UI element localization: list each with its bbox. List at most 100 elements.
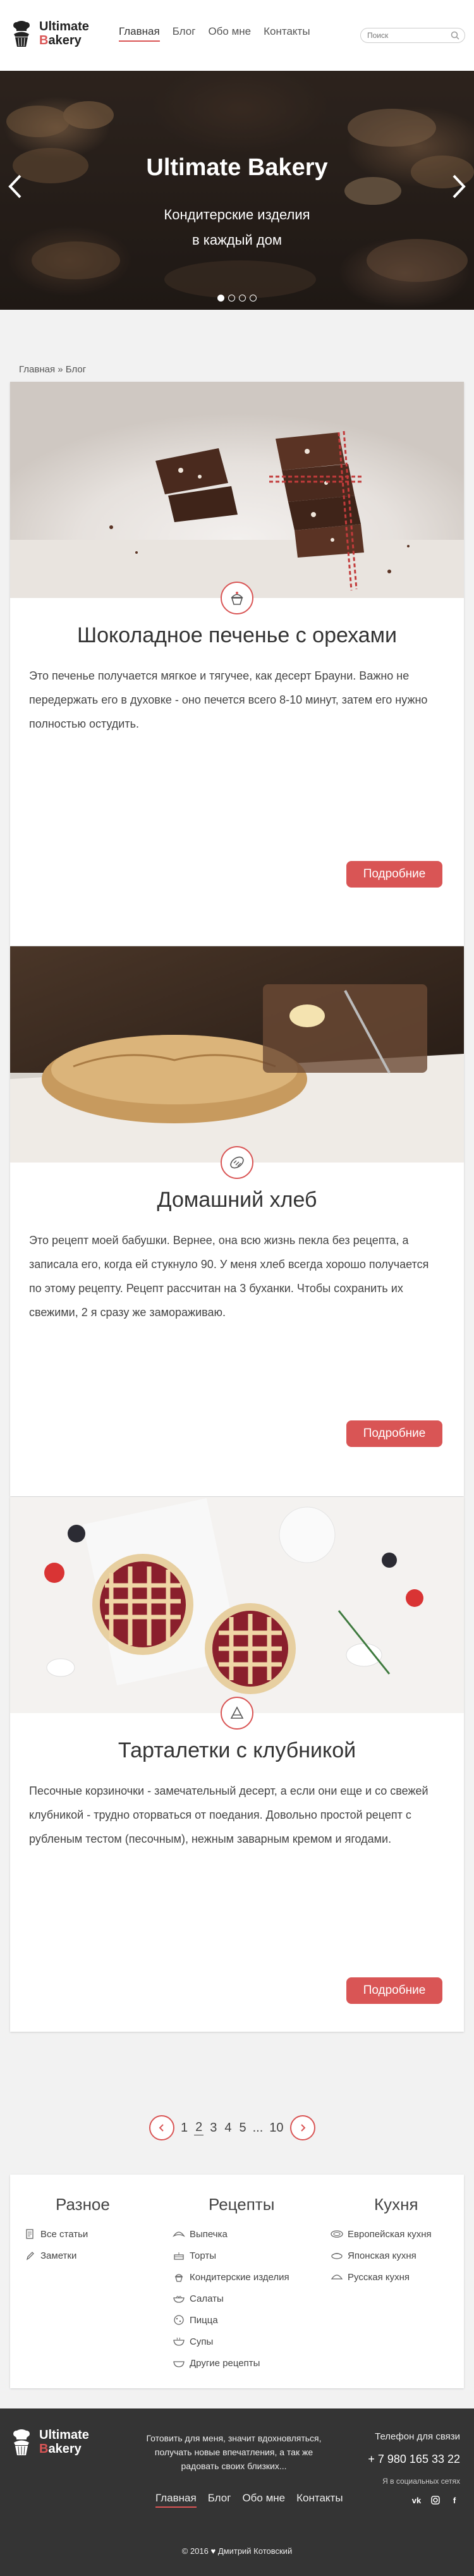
sushi-icon xyxy=(330,2250,344,2261)
footer-about-line: радовать своих близких... xyxy=(181,2461,287,2471)
search-input[interactable] xyxy=(361,28,443,42)
brand-line2-rest: akery xyxy=(48,2442,82,2456)
category-item-label: Салаты xyxy=(190,2293,224,2304)
category-item-label: Русская кухня xyxy=(348,2271,410,2283)
slider-dot-4[interactable] xyxy=(250,295,257,302)
page-number[interactable]: 4 xyxy=(223,2121,233,2135)
post-card: Домашний хлеб Это рецепт моей бабушки. В… xyxy=(10,946,464,1496)
post-excerpt: Это печенье получается мягкое и тягучее,… xyxy=(29,669,428,730)
page-number-current[interactable]: 2 xyxy=(194,2120,204,2135)
category-item[interactable]: Другие рецепты xyxy=(172,2352,289,2374)
category-cuisine: Кухня Европейская кухня Японская кухня Р… xyxy=(330,2175,432,2288)
category-item[interactable]: Европейская кухня xyxy=(330,2223,432,2245)
category-item-label: Европейская кухня xyxy=(348,2228,432,2240)
footer-nav-home[interactable]: Главная xyxy=(155,2492,197,2508)
nav-contacts[interactable]: Контакты xyxy=(264,25,310,42)
category-title: Рецепты xyxy=(209,2195,275,2214)
instagram-icon[interactable] xyxy=(430,2494,441,2506)
logo-text: Ultimate Bakery xyxy=(39,20,89,47)
brand-line2-rest: akery xyxy=(48,34,82,47)
pagination: 1 2 3 4 5 ... 10 xyxy=(149,2115,315,2141)
pizza-icon xyxy=(172,2314,186,2326)
read-more-button[interactable]: Подробние xyxy=(346,861,442,888)
category-item[interactable]: Русская кухня xyxy=(330,2266,432,2288)
social-label: Я в социальных сетях xyxy=(382,2477,460,2486)
post-title[interactable]: Шоколадное печенье с орехами xyxy=(10,623,464,648)
category-item[interactable]: Торты xyxy=(172,2245,289,2266)
post-image-homemade-bread[interactable] xyxy=(10,946,464,1163)
vk-icon[interactable]: vk xyxy=(411,2494,422,2506)
post-image-strawberry-tarts[interactable] xyxy=(10,1497,464,1713)
footer-nav-blog[interactable]: Блог xyxy=(208,2492,231,2508)
site-header: Ultimate Bakery Главная Блог Обо мне Кон… xyxy=(0,0,474,71)
slider-dot-2[interactable] xyxy=(228,295,235,302)
nav-about[interactable]: Обо мне xyxy=(208,25,251,42)
heart-icon: ♥ xyxy=(210,2546,216,2556)
slider-dot-3[interactable] xyxy=(239,295,246,302)
prev-page-button[interactable] xyxy=(149,2115,174,2140)
category-item[interactable]: Салаты xyxy=(172,2288,289,2309)
facebook-icon[interactable]: f xyxy=(449,2494,460,2506)
breadcrumb-home[interactable]: Главная xyxy=(19,364,55,375)
category-item[interactable]: Супы xyxy=(172,2331,289,2352)
post-title[interactable]: Домашний хлеб xyxy=(10,1188,464,1212)
breadcrumb-current: Блог xyxy=(65,364,87,375)
footer-nav: Главная Блог Обо мне Контакты xyxy=(155,2492,343,2508)
brand-line2-first: B xyxy=(39,2442,49,2456)
phone-label: Телефон для связи xyxy=(375,2431,460,2442)
post-excerpt: Это рецепт моей бабушки. Вернее, она всю… xyxy=(29,1234,429,1319)
read-more-button[interactable]: Подробние xyxy=(346,1420,442,1447)
category-item-label: Кондитерские изделия xyxy=(190,2271,289,2283)
category-item-label: Заметки xyxy=(40,2250,77,2261)
post-category-badge xyxy=(221,1146,253,1179)
copyright-name: Дмитрий Котовский xyxy=(217,2546,293,2556)
slider-dot-1[interactable] xyxy=(217,295,224,302)
page-number-last[interactable]: 10 xyxy=(268,2121,284,2135)
footer-nav-contacts[interactable]: Контакты xyxy=(296,2492,343,2508)
soup-icon xyxy=(172,2336,186,2347)
copyright: © 2016 ♥ Дмитрий Котовский xyxy=(0,2546,474,2556)
footer-nav-about[interactable]: Обо мне xyxy=(242,2492,285,2508)
read-more-button[interactable]: Подробние xyxy=(346,1977,442,2004)
chef-cupcake-logo-icon xyxy=(13,21,30,47)
category-title: Разное xyxy=(56,2195,110,2214)
post-card: Шоколадное печенье с орехами Это печенье… xyxy=(10,382,464,946)
slider-prev-arrow-icon[interactable] xyxy=(6,171,25,202)
footer-about-text: Готовить для меня, значит вдохновляться,… xyxy=(145,2431,322,2473)
page-number[interactable]: 5 xyxy=(238,2121,248,2135)
search-icon[interactable] xyxy=(451,31,459,40)
footer-logo[interactable]: Ultimate Bakery xyxy=(9,2427,89,2457)
plate-icon xyxy=(330,2228,344,2240)
post-image-chocolate-cookies[interactable] xyxy=(10,382,464,598)
cupcake-icon xyxy=(231,592,243,605)
nav-home[interactable]: Главная xyxy=(119,25,160,42)
post-card: Тарталетки с клубникой Песочные корзиноч… xyxy=(10,1497,464,2032)
page-number[interactable]: 3 xyxy=(209,2121,218,2135)
cupcake-icon xyxy=(172,2271,186,2283)
category-item[interactable]: Японская кухня xyxy=(330,2245,432,2266)
pie-slice-icon xyxy=(230,1706,244,1719)
breadcrumb: Главная » Блог xyxy=(19,364,86,375)
post-title[interactable]: Тарталетки с клубникой xyxy=(10,1738,464,1763)
slider-next-arrow-icon[interactable] xyxy=(449,171,468,202)
footer-about-line: получать новые впечатления, а так же xyxy=(154,2447,313,2457)
category-item-label: Торты xyxy=(190,2250,216,2261)
document-icon xyxy=(23,2228,37,2240)
bowl-icon xyxy=(172,2357,186,2369)
category-item[interactable]: Выпечка xyxy=(172,2223,289,2245)
category-item[interactable]: Кондитерские изделия xyxy=(172,2266,289,2288)
category-item-label: Все статьи xyxy=(40,2228,88,2240)
category-item[interactable]: Заметки xyxy=(23,2245,110,2266)
chef-cupcake-logo-icon xyxy=(13,2429,30,2455)
next-page-button[interactable] xyxy=(289,2115,315,2140)
nav-blog[interactable]: Блог xyxy=(173,25,196,42)
category-item[interactable]: Пицца xyxy=(172,2309,289,2331)
hero-title: Ultimate Bakery xyxy=(146,154,328,181)
page-number[interactable]: 1 xyxy=(179,2121,189,2135)
category-item[interactable]: Все статьи xyxy=(23,2223,110,2245)
category-item-label: Японская кухня xyxy=(348,2250,416,2261)
hero-background-image xyxy=(6,101,474,298)
hero-subtitle-line2: в каждый дом xyxy=(191,232,283,248)
logo[interactable]: Ultimate Bakery xyxy=(9,19,89,48)
phone-number[interactable]: + 7 980 165 33 22 xyxy=(368,2453,460,2466)
